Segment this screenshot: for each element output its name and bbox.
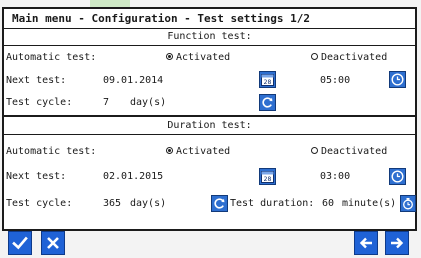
- duration-test-heading: Duration test:: [167, 120, 252, 131]
- duration-cycle-refresh-button[interactable]: [211, 195, 228, 212]
- duration-time-value: 60: [322, 198, 335, 209]
- clock-icon: [391, 73, 404, 86]
- refresh-icon: [214, 198, 225, 209]
- duration-calendar-button[interactable]: 28: [259, 168, 276, 185]
- function-cycle-value: 7: [103, 97, 110, 108]
- function-cycle-refresh-button[interactable]: [259, 94, 276, 111]
- stopwatch-icon: [403, 198, 413, 210]
- radio-unselected-icon: [311, 53, 318, 60]
- duration-activated-label: Activated: [176, 146, 231, 157]
- function-cycle-unit: day(s): [130, 97, 167, 108]
- divider: [4, 134, 415, 135]
- confirm-button[interactable]: [8, 231, 32, 255]
- duration-deactivated-label: Deactivated: [321, 146, 388, 157]
- function-clock-button[interactable]: [389, 71, 406, 88]
- duration-next-date: 02.01.2015: [103, 171, 164, 182]
- duration-next-time: 03:00: [320, 171, 351, 182]
- function-deactivated-label: Deactivated: [321, 52, 388, 63]
- refresh-icon: [262, 97, 273, 108]
- device-frame: Main menu - Configuration - Test setting…: [0, 0, 421, 258]
- function-test-heading: Function test:: [167, 31, 252, 42]
- function-calendar-button[interactable]: 28: [259, 71, 276, 88]
- divider: [4, 45, 415, 46]
- function-next-time: 05:00: [320, 75, 351, 86]
- duration-time-label: Test duration:: [230, 198, 315, 209]
- forward-button[interactable]: [385, 231, 409, 255]
- duration-cycle-label: Test cycle:: [6, 198, 73, 209]
- radio-selected-icon: [166, 147, 173, 154]
- duration-cycle-value: 365: [103, 198, 122, 209]
- duration-next-label: Next test:: [6, 171, 67, 182]
- svg-text:28: 28: [264, 79, 272, 86]
- arrow-right-icon: [391, 237, 404, 249]
- check-icon: [12, 236, 28, 250]
- function-activated-label: Activated: [176, 52, 231, 63]
- calendar-icon: 28: [261, 171, 274, 183]
- function-automatic-label: Automatic test:: [6, 52, 97, 63]
- svg-text:28: 28: [264, 176, 272, 183]
- duration-automatic-label: Automatic test:: [6, 146, 97, 157]
- duration-radio-deactivated[interactable]: Deactivated: [311, 146, 387, 158]
- function-next-date: 09.01.2014: [103, 75, 164, 86]
- duration-time-unit: minute(s): [342, 198, 397, 209]
- back-button[interactable]: [354, 231, 378, 255]
- duration-clock-button[interactable]: [389, 168, 406, 185]
- function-radio-deactivated[interactable]: Deactivated: [311, 52, 387, 64]
- section-divider: [4, 115, 415, 117]
- calendar-icon: 28: [261, 74, 274, 86]
- duration-radio-activated[interactable]: Activated: [166, 146, 230, 158]
- radio-selected-icon: [166, 53, 173, 60]
- function-radio-activated[interactable]: Activated: [166, 52, 230, 64]
- clock-icon: [391, 170, 404, 183]
- radio-unselected-icon: [311, 147, 318, 154]
- settings-panel: Main menu - Configuration - Test setting…: [2, 7, 417, 231]
- green-accent: [90, 0, 130, 7]
- duration-cycle-unit: day(s): [130, 198, 167, 209]
- page-title: Main menu - Configuration - Test setting…: [4, 9, 415, 29]
- function-cycle-label: Test cycle:: [6, 97, 73, 108]
- duration-stopwatch-button[interactable]: [400, 195, 416, 212]
- close-icon: [47, 237, 59, 249]
- cancel-button[interactable]: [41, 231, 65, 255]
- arrow-left-icon: [359, 237, 372, 249]
- function-next-label: Next test:: [6, 75, 67, 86]
